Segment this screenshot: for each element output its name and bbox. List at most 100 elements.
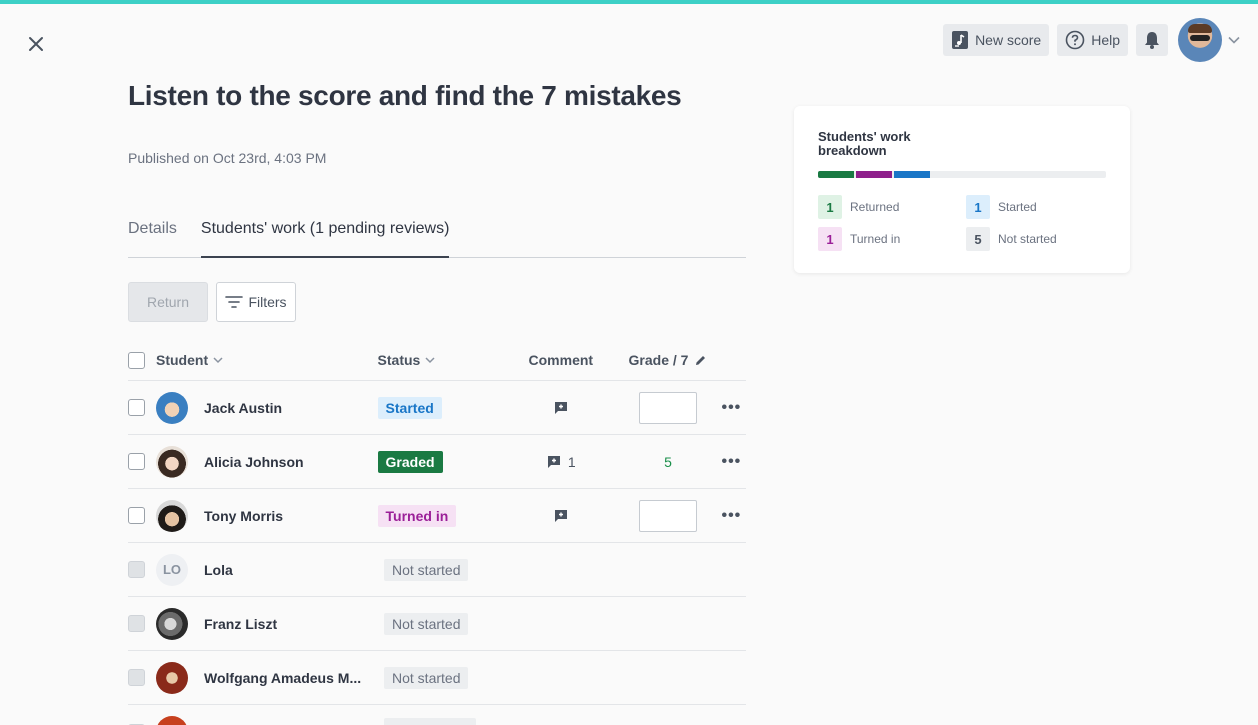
more-options-button[interactable]: ••• xyxy=(721,453,741,471)
notifications-button[interactable] xyxy=(1136,24,1168,56)
table-row: Franz Liszt Not started xyxy=(128,597,746,651)
add-comment-icon xyxy=(554,401,567,414)
student-name[interactable]: Tony Morris xyxy=(204,508,283,524)
legend-label: Not started xyxy=(998,232,1057,246)
return-button[interactable]: Return xyxy=(128,282,208,322)
chevron-down-icon xyxy=(213,357,223,364)
comment-button[interactable] xyxy=(502,400,619,416)
bar-segment-returned xyxy=(818,171,854,178)
legend-label: Returned xyxy=(850,200,900,214)
status-badge: Turned in xyxy=(377,504,457,527)
table-actions: Return Filters xyxy=(128,282,296,322)
filters-label: Filters xyxy=(248,294,287,310)
help-label: Help xyxy=(1091,32,1120,48)
status-badge: Not started xyxy=(384,666,469,689)
avatar: LO xyxy=(156,553,188,586)
avatar xyxy=(156,716,188,725)
avatar xyxy=(156,661,188,694)
legend-returned: 1 Returned xyxy=(818,195,966,219)
breakdown-bar xyxy=(818,171,1106,178)
grade-input[interactable] xyxy=(639,391,698,424)
help-icon xyxy=(1065,30,1085,50)
row-checkbox[interactable] xyxy=(128,399,145,416)
chevron-down-icon xyxy=(1228,36,1240,44)
more-options-button[interactable]: ••• xyxy=(721,507,741,525)
avatar xyxy=(156,499,188,532)
row-checkbox xyxy=(128,561,145,578)
avatar xyxy=(156,391,188,424)
new-score-label: New score xyxy=(975,32,1042,48)
table-row: Tony Morris Turned in ••• xyxy=(128,489,746,543)
help-button[interactable]: Help xyxy=(1057,24,1128,56)
student-sort-header[interactable]: Student xyxy=(156,352,224,368)
grade-value[interactable]: 5 xyxy=(664,454,672,470)
row-checkbox xyxy=(128,669,145,686)
add-comment-icon xyxy=(547,455,560,468)
top-accent-bar xyxy=(0,0,1258,4)
student-header-label: Student xyxy=(156,352,209,368)
table-row: Wolfgang Amadeus M... Not started xyxy=(128,651,746,705)
comment-header: Comment xyxy=(528,352,594,368)
table-header: Student Status Comment Grade / 7 xyxy=(128,340,746,381)
status-badge xyxy=(384,717,476,725)
select-all-checkbox[interactable] xyxy=(128,351,145,369)
comment-button[interactable]: 1 xyxy=(502,454,619,470)
table-row: Jack Austin Started ••• xyxy=(128,381,746,435)
row-checkbox xyxy=(128,615,145,632)
table-row: LO Lola Not started xyxy=(128,543,746,597)
table-row: Alicia Johnson Graded 1 5 ••• xyxy=(128,435,746,489)
student-name[interactable]: Franz Liszt xyxy=(204,616,277,632)
published-date: Published on Oct 23rd, 4:03 PM xyxy=(128,150,327,166)
bar-segment-turned-in xyxy=(856,171,892,178)
user-avatar xyxy=(1178,18,1222,62)
tab-details[interactable]: Details xyxy=(128,212,177,258)
pencil-icon[interactable] xyxy=(694,354,707,367)
status-sort-header[interactable]: Status xyxy=(378,352,503,368)
legend-turned-in: 1 Turned in xyxy=(818,227,966,251)
avatar xyxy=(156,607,188,640)
comment-count: 1 xyxy=(567,453,576,470)
close-button[interactable] xyxy=(25,33,47,55)
legend-label: Turned in xyxy=(850,232,901,246)
count-badge: 1 xyxy=(966,195,990,219)
status-badge: Graded xyxy=(377,450,443,473)
filter-icon xyxy=(225,296,244,308)
breakdown-title: Students' work breakdown xyxy=(818,129,911,158)
student-name[interactable]: Jack Austin xyxy=(204,400,282,416)
legend-label: Started xyxy=(998,200,1037,214)
status-badge: Not started xyxy=(384,558,469,581)
student-name[interactable]: Alicia Johnson xyxy=(204,454,304,470)
legend-started: 1 Started xyxy=(966,195,1106,219)
breakdown-legend: 1 Returned 1 Started 1 Turned in 5 Not s… xyxy=(818,195,1106,251)
page-title: Listen to the score and find the 7 mista… xyxy=(128,80,682,111)
grade-input[interactable] xyxy=(639,499,698,532)
filters-button[interactable]: Filters xyxy=(216,282,296,322)
new-score-button[interactable]: New score xyxy=(943,24,1050,56)
row-checkbox[interactable] xyxy=(128,453,145,470)
count-badge: 1 xyxy=(818,195,842,219)
tab-students-work[interactable]: Students' work (1 pending reviews) xyxy=(200,212,450,258)
close-icon xyxy=(29,37,43,51)
student-name[interactable]: Wolfgang Amadeus M... xyxy=(204,670,361,686)
grade-header-label: Grade / 7 xyxy=(628,352,689,368)
avatar xyxy=(156,445,188,478)
add-comment-icon xyxy=(554,509,567,522)
count-badge: 5 xyxy=(966,227,990,251)
status-badge: Started xyxy=(377,396,442,419)
more-options-button[interactable]: ••• xyxy=(721,399,741,417)
tabs: Details Students' work (1 pending review… xyxy=(128,212,746,258)
count-badge: 1 xyxy=(818,227,842,251)
top-bar: New score Help xyxy=(943,18,1240,62)
table-row xyxy=(128,705,746,725)
work-breakdown-panel: Students' work breakdown 1 Returned 1 St… xyxy=(794,106,1130,273)
students-table: Student Status Comment Grade / 7 Jack Au… xyxy=(128,340,746,725)
student-name[interactable]: Lola xyxy=(204,562,233,578)
bell-icon xyxy=(1145,32,1159,49)
row-checkbox[interactable] xyxy=(128,507,145,524)
user-menu[interactable] xyxy=(1178,18,1240,62)
chevron-down-icon xyxy=(425,357,435,364)
status-badge: Not started xyxy=(384,612,469,635)
score-icon xyxy=(952,31,969,49)
legend-not-started: 5 Not started xyxy=(966,227,1106,251)
comment-button[interactable] xyxy=(502,508,619,524)
